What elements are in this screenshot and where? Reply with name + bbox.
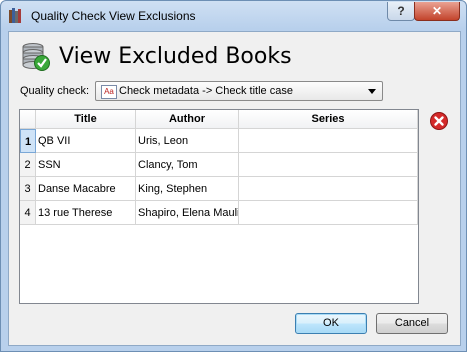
cell-author[interactable]: Clancy, Tom [136, 153, 239, 177]
table-header: Title Author Series [20, 110, 418, 129]
cell-title[interactable]: SSN [36, 153, 136, 177]
cell-series[interactable] [239, 129, 418, 153]
quality-check-label: Quality check: [20, 85, 90, 97]
font-case-icon: Aa [101, 85, 117, 99]
quality-check-value: Check metadata -> Check title case [119, 85, 293, 97]
help-button[interactable]: ? [387, 2, 415, 21]
table-row[interactable]: 2 SSN Clancy, Tom [20, 153, 418, 177]
help-icon: ? [397, 4, 405, 18]
chevron-down-icon [368, 89, 376, 94]
cell-title[interactable]: 13 rue Therese [36, 201, 136, 225]
table-corner[interactable] [20, 110, 36, 129]
app-books-icon [9, 8, 21, 23]
table-row[interactable]: 4 13 rue Therese Shapiro, Elena Mauli [20, 201, 418, 225]
cell-author[interactable]: King, Stephen [136, 177, 239, 201]
quality-check-dropdown[interactable]: Aa Check metadata -> Check title case [95, 81, 383, 101]
title-bar[interactable]: Quality Check View Exclusions ? ✕ [1, 1, 466, 31]
column-header-author[interactable]: Author [136, 110, 239, 129]
window-title: Quality Check View Exclusions [31, 9, 196, 23]
cell-author[interactable]: Shapiro, Elena Mauli [136, 201, 239, 225]
close-icon: ✕ [431, 4, 443, 18]
page-title: View Excluded Books [59, 44, 292, 69]
cell-title[interactable]: QB VII [36, 129, 136, 153]
table-row[interactable]: 3 Danse Macabre King, Stephen [20, 177, 418, 201]
excluded-books-table[interactable]: Title Author Series 1 QB VII Uris, Leon … [19, 109, 419, 304]
close-window-button[interactable]: ✕ [414, 2, 460, 21]
dialog-content: View Excluded Books Quality check: Aa Ch… [8, 31, 461, 346]
ok-button[interactable]: OK [295, 313, 367, 334]
row-number[interactable]: 4 [20, 201, 36, 225]
row-number[interactable]: 3 [20, 177, 36, 201]
cancel-button[interactable]: Cancel [376, 313, 448, 334]
cell-title[interactable]: Danse Macabre [36, 177, 136, 201]
row-number[interactable]: 1 [20, 129, 36, 153]
column-header-series[interactable]: Series [239, 110, 418, 129]
cell-series[interactable] [239, 201, 418, 225]
cell-series[interactable] [239, 153, 418, 177]
column-header-title[interactable]: Title [36, 110, 136, 129]
table-row[interactable]: 1 QB VII Uris, Leon [20, 129, 418, 153]
row-number[interactable]: 2 [20, 153, 36, 177]
cell-author[interactable]: Uris, Leon [136, 129, 239, 153]
remove-exclusion-button[interactable] [429, 111, 449, 131]
database-check-icon [22, 43, 50, 71]
dialog-window: Quality Check View Exclusions ? ✕ View E… [0, 0, 467, 352]
cell-series[interactable] [239, 177, 418, 201]
